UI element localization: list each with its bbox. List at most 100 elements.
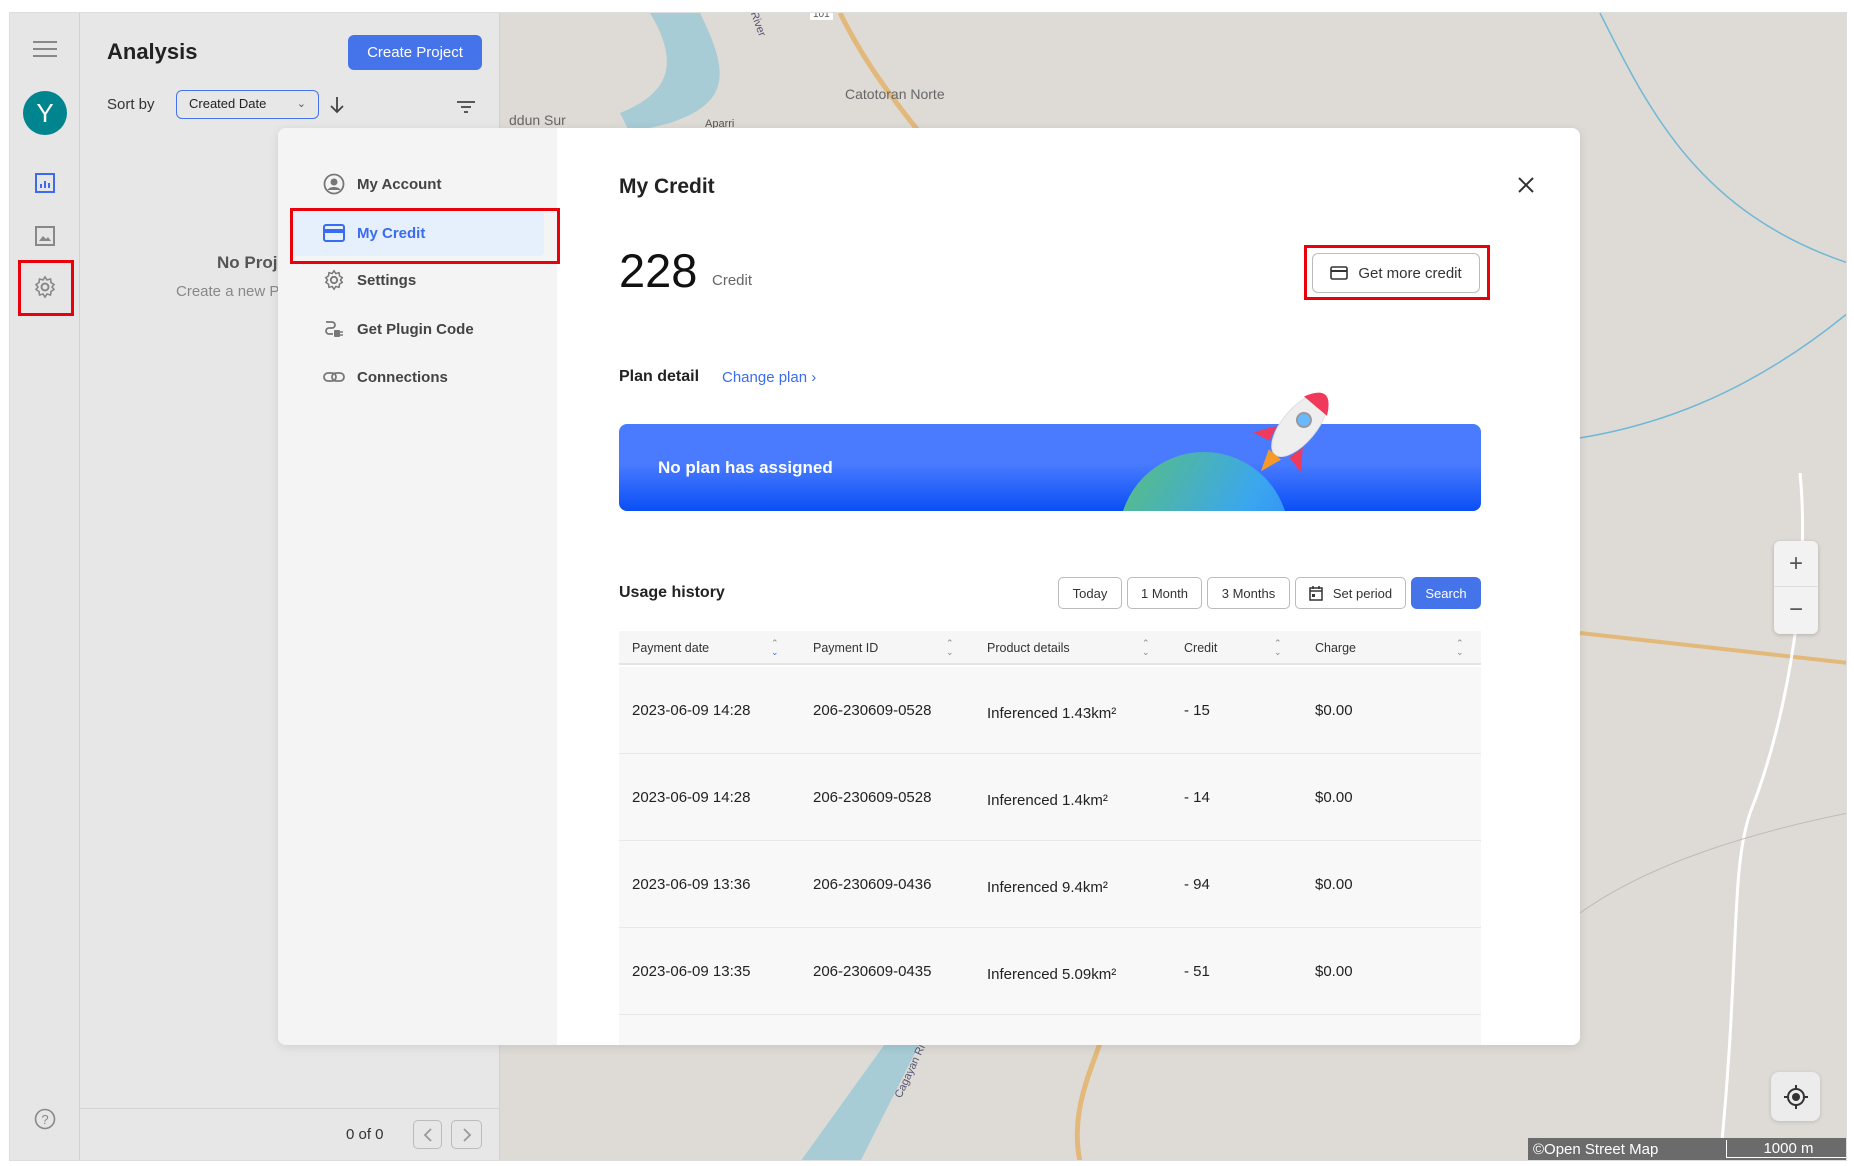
table-row[interactable]: 2023-06-09 13:36 206-230609-0436 Inference… — [619, 841, 1481, 928]
prev-page-button[interactable] — [413, 1120, 442, 1149]
table-cell: $0.00 — [1315, 702, 1353, 719]
table-cell: 2023-06-09 13:35 — [632, 963, 751, 980]
usage-table: Payment date Payment ID Product details … — [619, 631, 1481, 1045]
sort-by-label: Sort by — [107, 96, 155, 113]
table-cell: 206-230609-0435 — [813, 963, 932, 980]
sort-icon[interactable]: ⌃ ⌄ — [1456, 639, 1464, 657]
modal-title: My Credit — [619, 175, 715, 198]
column-header-product-details[interactable]: Product details — [987, 631, 1070, 665]
image-icon[interactable] — [32, 223, 58, 249]
avatar[interactable]: Y — [23, 91, 67, 135]
road-badge: 101 — [810, 13, 833, 20]
table-header: Payment date Payment ID Product details … — [619, 631, 1481, 665]
link-icon — [323, 372, 345, 382]
table-row[interactable]: 2023-06-09 14:28 206-230609-0528 Inference… — [619, 754, 1481, 841]
panel-title: Analysis — [107, 39, 198, 64]
zoom-in-button[interactable]: + — [1774, 541, 1818, 587]
sort-icon[interactable]: ⌃ ⌄ — [771, 639, 779, 657]
divider — [80, 1108, 500, 1109]
get-more-credit-button[interactable]: Get more credit — [1312, 253, 1480, 293]
table-row[interactable]: 2023-06-09 13:35 206-230609-0435 Inference… — [619, 928, 1481, 1015]
table-cell: 2023-06-09 14:28 — [632, 702, 751, 719]
menu-item-label: Settings — [357, 271, 417, 289]
sort-icon[interactable]: ⌃ ⌄ — [946, 639, 954, 657]
search-button[interactable]: Search — [1411, 577, 1481, 609]
sort-select-value: Created Date — [189, 96, 267, 111]
zoom-out-button[interactable]: − — [1774, 587, 1818, 633]
menu-item-label: Get Plugin Code — [357, 320, 474, 338]
table-cell: - 51 — [1184, 963, 1210, 980]
filter-icon[interactable] — [454, 97, 478, 117]
change-plan-link[interactable]: Change plan › — [722, 369, 816, 386]
table-cell: - 14 — [1184, 789, 1210, 806]
sort-icon[interactable]: ⌃ ⌄ — [1274, 639, 1282, 657]
column-header-payment-id[interactable]: Payment ID — [813, 631, 878, 665]
table-cell: 206-230609-0528 — [813, 789, 932, 806]
hamburger-menu-icon[interactable] — [27, 37, 63, 61]
button-label: Get more credit — [1358, 264, 1462, 282]
user-circle-icon — [323, 173, 345, 195]
table-cell: - 94 — [1184, 876, 1210, 893]
column-header-payment-date[interactable]: Payment date — [632, 631, 709, 665]
svg-text:?: ? — [41, 1112, 48, 1127]
chevron-right-icon — [462, 1127, 471, 1142]
table-cell: $0.00 — [1315, 789, 1353, 806]
icon-rail: Y ? — [10, 13, 80, 1160]
table-cell: 2023-06-09 14:28 — [632, 789, 751, 806]
map-attribution-bar: ©Open Street Map 1000 m — [1528, 1138, 1846, 1160]
credit-unit: Credit — [712, 272, 753, 289]
sort-select[interactable]: Created Date ⌄ — [176, 90, 319, 119]
column-header-charge[interactable]: Charge — [1315, 631, 1356, 665]
highlight-box — [290, 208, 560, 264]
rocket-illustration — [1253, 392, 1329, 473]
zoom-controls: + − — [1774, 541, 1818, 634]
column-header-credit[interactable]: Credit — [1184, 631, 1217, 665]
filter-3-months-button[interactable]: 3 Months — [1207, 577, 1290, 609]
table-cell: Inferenced 1.4km² — [987, 792, 1108, 809]
account-modal: My Account My Credit Settings Get Plugin… — [278, 128, 1580, 1045]
help-icon[interactable]: ? — [32, 1106, 58, 1132]
button-label: Set period — [1332, 585, 1393, 601]
table-cell: $0.00 — [1315, 963, 1353, 980]
menu-item-get-plugin-code[interactable]: Get Plugin Code — [303, 306, 565, 352]
table-cell: Inferenced 5.09km² — [987, 966, 1117, 983]
usage-history-title: Usage history — [619, 584, 725, 601]
sort-direction-arrow-icon[interactable] — [326, 93, 348, 117]
table-cell: 206-230609-0528 — [813, 702, 932, 719]
locate-button[interactable] — [1771, 1072, 1820, 1121]
map-label: ddun Sur — [509, 112, 566, 128]
next-page-button[interactable] — [451, 1120, 482, 1149]
pagination-count: 0 of 0 — [346, 1126, 384, 1143]
chevron-left-icon — [423, 1127, 432, 1142]
menu-item-label: Connections — [357, 368, 448, 386]
filter-today-button[interactable]: Today — [1058, 577, 1122, 609]
menu-item-settings[interactable]: Settings — [303, 257, 565, 303]
credit-card-icon — [1330, 266, 1349, 280]
plan-banner: No plan has assigned — [619, 424, 1481, 511]
set-period-button[interactable]: Set period — [1295, 577, 1406, 609]
plug-icon — [325, 321, 343, 337]
close-icon[interactable] — [1513, 172, 1539, 198]
menu-item-my-account[interactable]: My Account — [303, 161, 565, 207]
map-label: Catotoran Norte — [845, 86, 945, 102]
analysis-chart-icon[interactable] — [32, 170, 58, 196]
table-cell: 206-230609-0436 — [813, 876, 932, 893]
empty-state-subtitle: Create a new Pr — [176, 283, 285, 300]
sort-icon[interactable]: ⌃ ⌄ — [1142, 639, 1150, 657]
account-menu: My Account My Credit Settings Get Plugin… — [278, 128, 560, 1045]
filter-1-month-button[interactable]: 1 Month — [1127, 577, 1202, 609]
chevron-down-icon: ⌄ — [296, 98, 306, 110]
scale-bar: 1000 m — [1726, 1140, 1846, 1158]
link-label: Change plan — [722, 369, 808, 386]
chevron-right-icon: › — [811, 369, 817, 386]
create-project-button[interactable]: Create Project — [348, 35, 482, 70]
menu-item-connections[interactable]: Connections — [303, 354, 565, 400]
table-row[interactable]: 2023-06-09 14:28 206-230609-0528 Inference… — [619, 667, 1481, 754]
menu-item-label: My Account — [357, 175, 442, 193]
table-row[interactable] — [619, 1015, 1481, 1045]
table-cell: Inferenced 1.43km² — [987, 705, 1117, 722]
plan-banner-text: No plan has assigned — [658, 458, 833, 477]
settings-gear-icon[interactable] — [32, 274, 58, 300]
table-cell: 2023-06-09 13:36 — [632, 876, 751, 893]
attribution-text: ©Open Street Map — [1533, 1141, 1659, 1158]
